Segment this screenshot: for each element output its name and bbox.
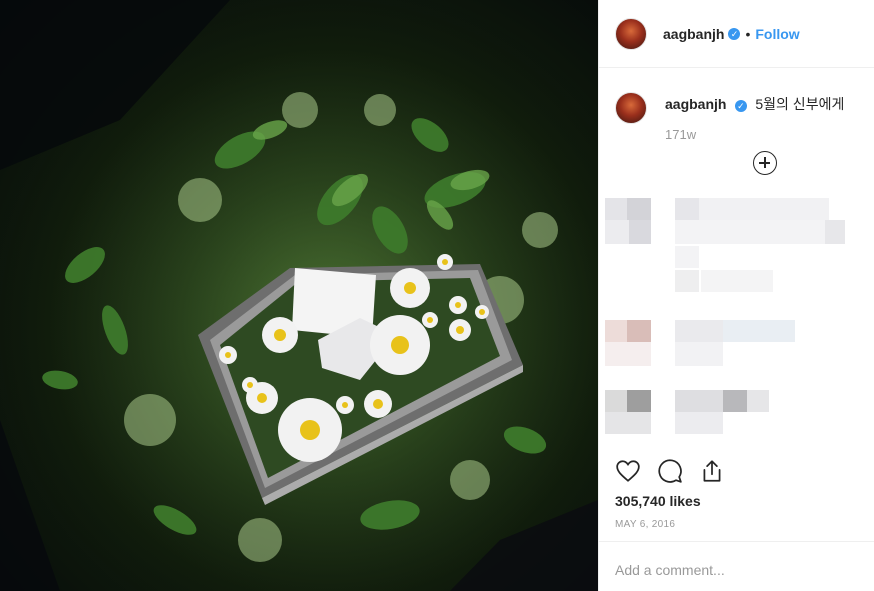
heart-icon[interactable] <box>615 458 641 484</box>
plus-circle-icon[interactable] <box>753 151 777 175</box>
share-icon[interactable] <box>699 458 725 484</box>
profile-avatar[interactable] <box>615 17 647 50</box>
post-actions <box>615 458 865 488</box>
caption-avatar[interactable] <box>615 92 647 124</box>
likes-count[interactable]: 305,740 likes <box>615 493 701 509</box>
verified-badge-icon: ✓ <box>728 27 741 40</box>
comment-bar <box>599 541 874 591</box>
comment-input[interactable] <box>615 560 855 580</box>
separator-dot: • <box>745 25 751 42</box>
follow-button[interactable]: Follow <box>755 26 799 42</box>
caption-verified-badge-icon: ✓ <box>734 100 747 112</box>
caption-timestamp[interactable]: 171w <box>665 127 696 142</box>
caption-text: 5월의 신부에게 <box>755 96 845 112</box>
post-side-panel: aagbanjh ✓ • Follow aagbanjh ✓ 5월의 신부에게 … <box>598 0 874 591</box>
flower-box-image <box>0 0 598 591</box>
username-link[interactable]: aagbanjh <box>663 26 724 42</box>
speech-bubble-icon[interactable] <box>657 458 683 484</box>
post-photo[interactable] <box>0 0 598 591</box>
post-header: aagbanjh ✓ • Follow <box>599 0 874 68</box>
caption: aagbanjh ✓ 5월의 신부에게 <box>615 92 863 124</box>
caption-username-link[interactable]: aagbanjh <box>665 96 726 112</box>
post-date: MAY 6, 2016 <box>615 519 676 530</box>
